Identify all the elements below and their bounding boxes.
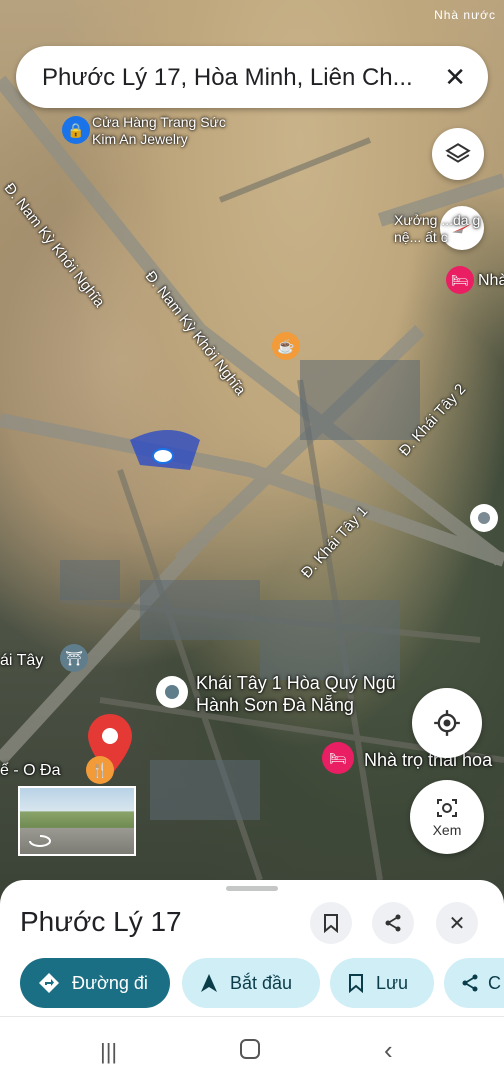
bed-icon[interactable]: 🛏: [446, 266, 474, 294]
view-button-label: Xem: [432, 822, 462, 838]
shopping-bag-icon[interactable]: 🔒: [62, 116, 90, 144]
share-icon: [385, 914, 401, 932]
khai-tay-place-label[interactable]: Khái Tây 1 Hòa Quý Ngũ Hành Sơn Đà Nẵng: [196, 672, 416, 716]
motel-label[interactable]: Nhà trọ thái hoa: [364, 750, 492, 771]
store-label[interactable]: Cửa Hàng Trang Sức Kim An Jewelry: [92, 114, 242, 148]
drag-handle[interactable]: [226, 886, 278, 891]
place-marker-icon[interactable]: [470, 504, 498, 532]
camera-scan-icon: [437, 799, 457, 817]
map-view[interactable]: Nhà nước Phước Lý 17, Hòa Minh, Liên Ch.…: [0, 0, 504, 900]
system-nav-bar: ||| ‹: [0, 1016, 504, 1081]
status-bar: Nhà nước: [434, 8, 496, 22]
rotate-360-icon: [29, 835, 51, 847]
bookmark-button[interactable]: [310, 902, 352, 944]
cafe-icon[interactable]: ☕: [272, 332, 300, 360]
close-icon: ✕: [448, 912, 466, 935]
start-label: Bắt đầu: [230, 972, 293, 993]
hotel-right-label[interactable]: Nhà: [478, 272, 504, 290]
view-button[interactable]: Xem: [410, 780, 484, 854]
layers-button[interactable]: [432, 128, 484, 180]
start-button[interactable]: Bắt đầu: [182, 958, 320, 1008]
back-icon[interactable]: ‹: [384, 1035, 393, 1066]
crosshair-icon: [434, 710, 460, 736]
save-button[interactable]: Lưu: [330, 958, 434, 1008]
place-title: Phước Lý 17: [20, 906, 182, 937]
workshop-label[interactable]: Xưởng ...da g nệ... ất c: [394, 212, 494, 246]
share-button[interactable]: [372, 902, 414, 944]
bookmark-icon: [324, 914, 338, 933]
recent-apps-icon[interactable]: |||: [100, 1039, 117, 1065]
share-icon: [460, 973, 480, 993]
bookmark-icon: [348, 973, 364, 993]
motel-bed-icon[interactable]: 🛏: [322, 742, 354, 774]
directions-button[interactable]: Đường đi: [20, 958, 170, 1008]
close-icon[interactable]: ✕: [444, 62, 466, 93]
place-sheet[interactable]: Phước Lý 17 ✕ Đường đi Bắt đầu Lưu C: [0, 880, 504, 1016]
restaurant-icon[interactable]: 🍴: [86, 756, 114, 784]
navigation-arrow-icon: [200, 973, 218, 993]
left-tay-label: ái Tây: [0, 652, 44, 669]
save-label: Lưu: [376, 972, 409, 993]
directions-label: Đường đi: [72, 972, 148, 993]
my-location-dot: [152, 448, 174, 464]
layers-icon: [445, 143, 471, 163]
street-view-thumbnail[interactable]: [18, 786, 136, 856]
search-query[interactable]: Phước Lý 17, Hòa Minh, Liên Ch...: [42, 64, 422, 92]
left-o-da-label: ế - O Đa: [0, 762, 61, 779]
location-marker-icon[interactable]: [156, 676, 188, 708]
close-sheet-button[interactable]: ✕: [436, 902, 478, 944]
share-chip-label: C: [488, 972, 501, 993]
home-icon[interactable]: [240, 1039, 260, 1059]
temple-icon[interactable]: ⛩: [60, 644, 88, 672]
my-location-button[interactable]: [412, 688, 482, 758]
directions-icon: [38, 972, 60, 994]
share-chip[interactable]: C: [444, 958, 504, 1008]
search-bar[interactable]: Phước Lý 17, Hòa Minh, Liên Ch... ✕: [16, 46, 488, 108]
status-text: Nhà nước: [434, 8, 496, 22]
